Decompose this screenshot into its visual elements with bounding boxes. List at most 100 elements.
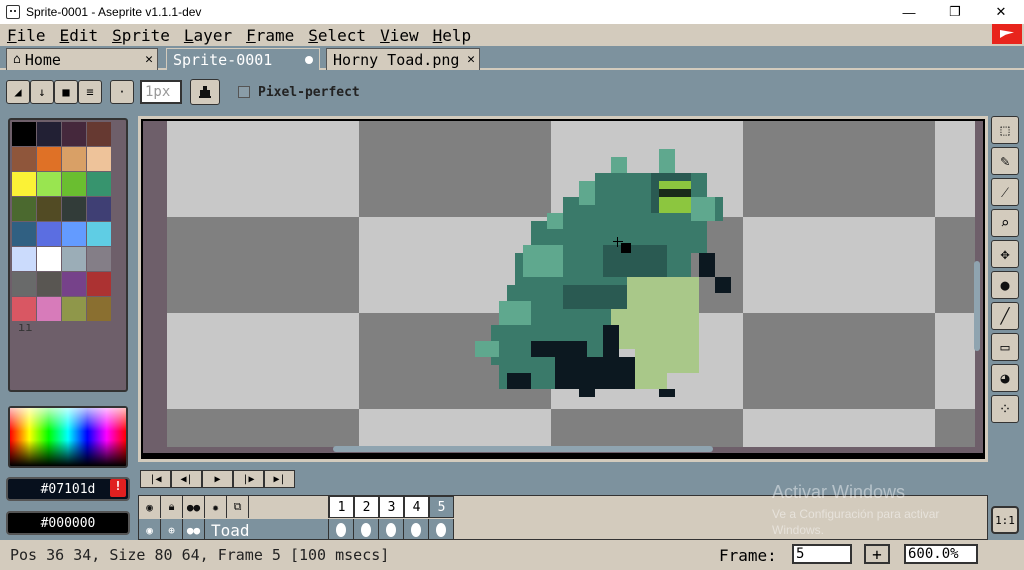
palette-swatch[interactable] xyxy=(62,297,86,321)
palette-swatch[interactable] xyxy=(87,122,111,146)
zoom-icon[interactable]: ⌕ xyxy=(991,209,1019,237)
tab-toad-close-icon[interactable]: ✕ xyxy=(467,52,475,67)
palette-swatch[interactable] xyxy=(37,122,61,146)
layer-name[interactable]: Toad xyxy=(205,519,329,539)
tab-home-close-icon[interactable]: ✕ xyxy=(145,52,153,67)
menu-sprite[interactable]: Sprite xyxy=(105,26,177,45)
palette-swatch[interactable] xyxy=(37,222,61,246)
palette-swatch[interactable] xyxy=(62,122,86,146)
menu-file[interactable]: File xyxy=(0,26,53,45)
rectangle-icon[interactable]: ▭ xyxy=(991,333,1019,361)
close-window-button[interactable]: ✕ xyxy=(978,0,1024,24)
palette-swatch[interactable] xyxy=(37,272,61,296)
palette-swatch[interactable] xyxy=(37,297,61,321)
menu-view[interactable]: View xyxy=(373,26,426,45)
palette-swatch[interactable] xyxy=(12,247,36,271)
ink-bucket-icon[interactable] xyxy=(190,79,220,105)
onion-skin-icon[interactable]: ⧉ xyxy=(227,496,249,518)
palette-swatch[interactable] xyxy=(37,247,61,271)
palette-swatch[interactable] xyxy=(62,222,86,246)
menu-layer[interactable]: Layer xyxy=(177,26,239,45)
sprite-canvas[interactable] xyxy=(167,121,975,447)
lock-header-icon[interactable]: 🔒︎ xyxy=(161,496,183,518)
frame-header-1[interactable]: 1 xyxy=(329,496,354,518)
palette-swatch[interactable] xyxy=(12,147,36,171)
menu-edit[interactable]: Edit xyxy=(53,26,106,45)
zoom-level-input[interactable]: 600.0% xyxy=(904,544,978,564)
vertical-scrollbar[interactable] xyxy=(974,261,980,351)
cel-2[interactable] xyxy=(354,519,379,539)
palette-swatch[interactable] xyxy=(62,247,86,271)
folder-icon[interactable]: ■ xyxy=(54,80,78,104)
add-frame-button[interactable]: + xyxy=(864,544,890,564)
last-frame-icon[interactable]: ▶| xyxy=(264,470,295,488)
cel-1[interactable] xyxy=(329,519,354,539)
palette-swatch[interactable] xyxy=(12,172,36,196)
gear-icon[interactable]: ✹ xyxy=(205,496,227,518)
continuous-header-icon[interactable]: ●● xyxy=(183,496,205,518)
layer-row-toad[interactable]: ◉ ⊕ ●● Toad xyxy=(139,519,454,539)
palette-swatch[interactable] xyxy=(62,272,86,296)
frame-header-2[interactable]: 2 xyxy=(354,496,379,518)
palette-swatch[interactable] xyxy=(12,122,36,146)
palette-swatch[interactable] xyxy=(87,272,111,296)
previous-frame-icon[interactable]: ◀| xyxy=(171,470,202,488)
palette-swatch[interactable] xyxy=(87,197,111,221)
brush-shape-icon[interactable]: · xyxy=(110,80,134,104)
palette-swatch[interactable] xyxy=(62,197,86,221)
palette-swatch[interactable] xyxy=(12,272,36,296)
next-frame-icon[interactable]: |▶ xyxy=(233,470,264,488)
palette-swatch[interactable] xyxy=(87,147,111,171)
layer-continuous-icon[interactable]: ●● xyxy=(183,519,205,539)
marquee-icon[interactable]: ⬚ xyxy=(991,116,1019,144)
menu-select[interactable]: Select xyxy=(301,26,373,45)
move-icon[interactable]: ✥ xyxy=(991,240,1019,268)
palette-swatch[interactable] xyxy=(37,197,61,221)
spray-icon[interactable]: ⁘ xyxy=(991,395,1019,423)
blur-icon[interactable]: ◕ xyxy=(991,364,1019,392)
eraser-mode-icon[interactable]: ◢ xyxy=(6,80,30,104)
menu-help[interactable]: Help xyxy=(426,26,479,45)
palette-swatch[interactable] xyxy=(87,247,111,271)
palette-swatch[interactable] xyxy=(87,222,111,246)
layer-visibility-icon[interactable]: ◉ xyxy=(139,519,161,539)
brush-size-input[interactable]: 1px xyxy=(140,80,182,104)
cel-4[interactable] xyxy=(404,519,429,539)
cel-5[interactable] xyxy=(429,519,454,539)
palette-resize-handle[interactable]: ıı xyxy=(18,320,32,334)
sprite-editor[interactable] xyxy=(138,116,988,462)
layer-lock-icon[interactable]: ⊕ xyxy=(161,519,183,539)
palette-swatch[interactable] xyxy=(37,172,61,196)
fill-icon[interactable]: ● xyxy=(991,271,1019,299)
palette-swatch[interactable] xyxy=(87,172,111,196)
background-color-button[interactable]: #000000 xyxy=(6,511,130,535)
frame-header-5[interactable]: 5 xyxy=(429,496,454,518)
eyedropper-icon[interactable]: ⁄ xyxy=(991,178,1019,206)
menu-frame[interactable]: Frame xyxy=(239,26,301,45)
pencil-icon[interactable]: ✎ xyxy=(991,147,1019,175)
list-icon[interactable]: ≡ xyxy=(78,80,102,104)
maximize-button[interactable]: ❐ xyxy=(932,0,978,24)
palette-swatch[interactable] xyxy=(12,297,36,321)
palette-swatch[interactable] xyxy=(62,147,86,171)
frame-header-4[interactable]: 4 xyxy=(404,496,429,518)
palette-swatch[interactable] xyxy=(37,147,61,171)
down-arrow-icon[interactable]: ↓ xyxy=(30,80,54,104)
palette-swatch[interactable] xyxy=(62,172,86,196)
tab-sprite-0001[interactable]: Sprite-0001 xyxy=(166,48,320,70)
warning-icon[interactable]: ! xyxy=(110,479,126,497)
zoom-one-to-one-button[interactable]: 1:1 xyxy=(991,506,1019,534)
horizontal-scrollbar[interactable] xyxy=(333,446,713,452)
frame-number-input[interactable]: 5 xyxy=(792,544,852,564)
minimize-button[interactable]: — xyxy=(886,0,932,24)
pixel-perfect-checkbox[interactable] xyxy=(238,86,250,98)
color-spectrum[interactable] xyxy=(8,406,128,468)
first-frame-icon[interactable]: |◀ xyxy=(140,470,171,488)
frame-header-3[interactable]: 3 xyxy=(379,496,404,518)
play-icon[interactable]: ▶ xyxy=(202,470,233,488)
tab-home[interactable]: ⌂ Home ✕ xyxy=(6,48,158,70)
line-icon[interactable]: ╱ xyxy=(991,302,1019,330)
tab-horny-toad[interactable]: Horny Toad.png ✕ xyxy=(326,48,480,70)
palette-swatch[interactable] xyxy=(12,222,36,246)
cel-3[interactable] xyxy=(379,519,404,539)
